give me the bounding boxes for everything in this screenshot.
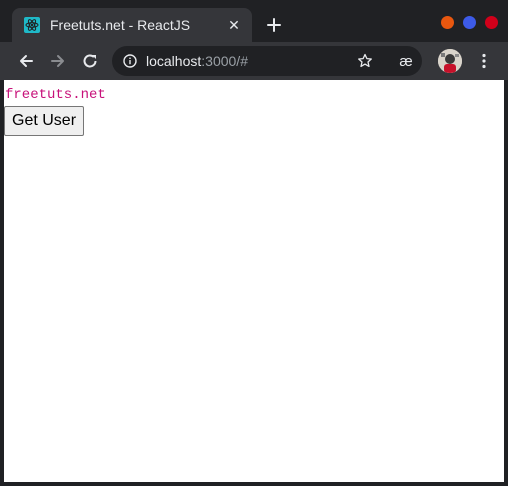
minimize-button[interactable] (441, 16, 454, 29)
kebab-menu-icon (482, 53, 486, 69)
address-bar[interactable]: localhost:3000/# (112, 46, 422, 76)
star-icon (358, 53, 372, 68)
url-host: localhost (146, 53, 202, 69)
tab-title: Freetuts.net - ReactJS (50, 17, 191, 33)
arrow-left-icon (20, 55, 33, 67)
forward-button[interactable] (46, 49, 70, 73)
bookmark-button[interactable] (356, 52, 374, 70)
new-tab-button[interactable] (262, 13, 286, 37)
reload-icon (83, 54, 97, 68)
tab-active[interactable]: Freetuts.net - ReactJS ✕ (12, 8, 252, 42)
profile-avatar[interactable] (438, 49, 462, 73)
info-icon[interactable] (122, 53, 138, 69)
plus-icon (267, 18, 281, 32)
tab-strip: Freetuts.net - ReactJS ✕ (0, 0, 508, 42)
browser-window: Freetuts.net - ReactJS ✕ localhost:3000… (0, 0, 508, 486)
extension-icon[interactable]: æ (394, 49, 418, 73)
maximize-button[interactable] (463, 16, 476, 29)
browser-menu-button[interactable] (472, 49, 496, 73)
browser-toolbar: localhost:3000/# æ (0, 42, 508, 80)
close-window-button[interactable] (485, 16, 498, 29)
react-icon (24, 17, 40, 33)
get-user-button[interactable]: Get User (4, 106, 85, 136)
arrow-right-icon (51, 55, 64, 67)
reload-button[interactable] (78, 49, 102, 73)
page-viewport: freetuts.net Get User (4, 80, 504, 482)
back-button[interactable] (14, 49, 38, 73)
url-path: :3000/# (201, 53, 248, 69)
tab-close-button[interactable]: ✕ (222, 13, 246, 37)
brand-text: freetuts.net (5, 87, 106, 103)
